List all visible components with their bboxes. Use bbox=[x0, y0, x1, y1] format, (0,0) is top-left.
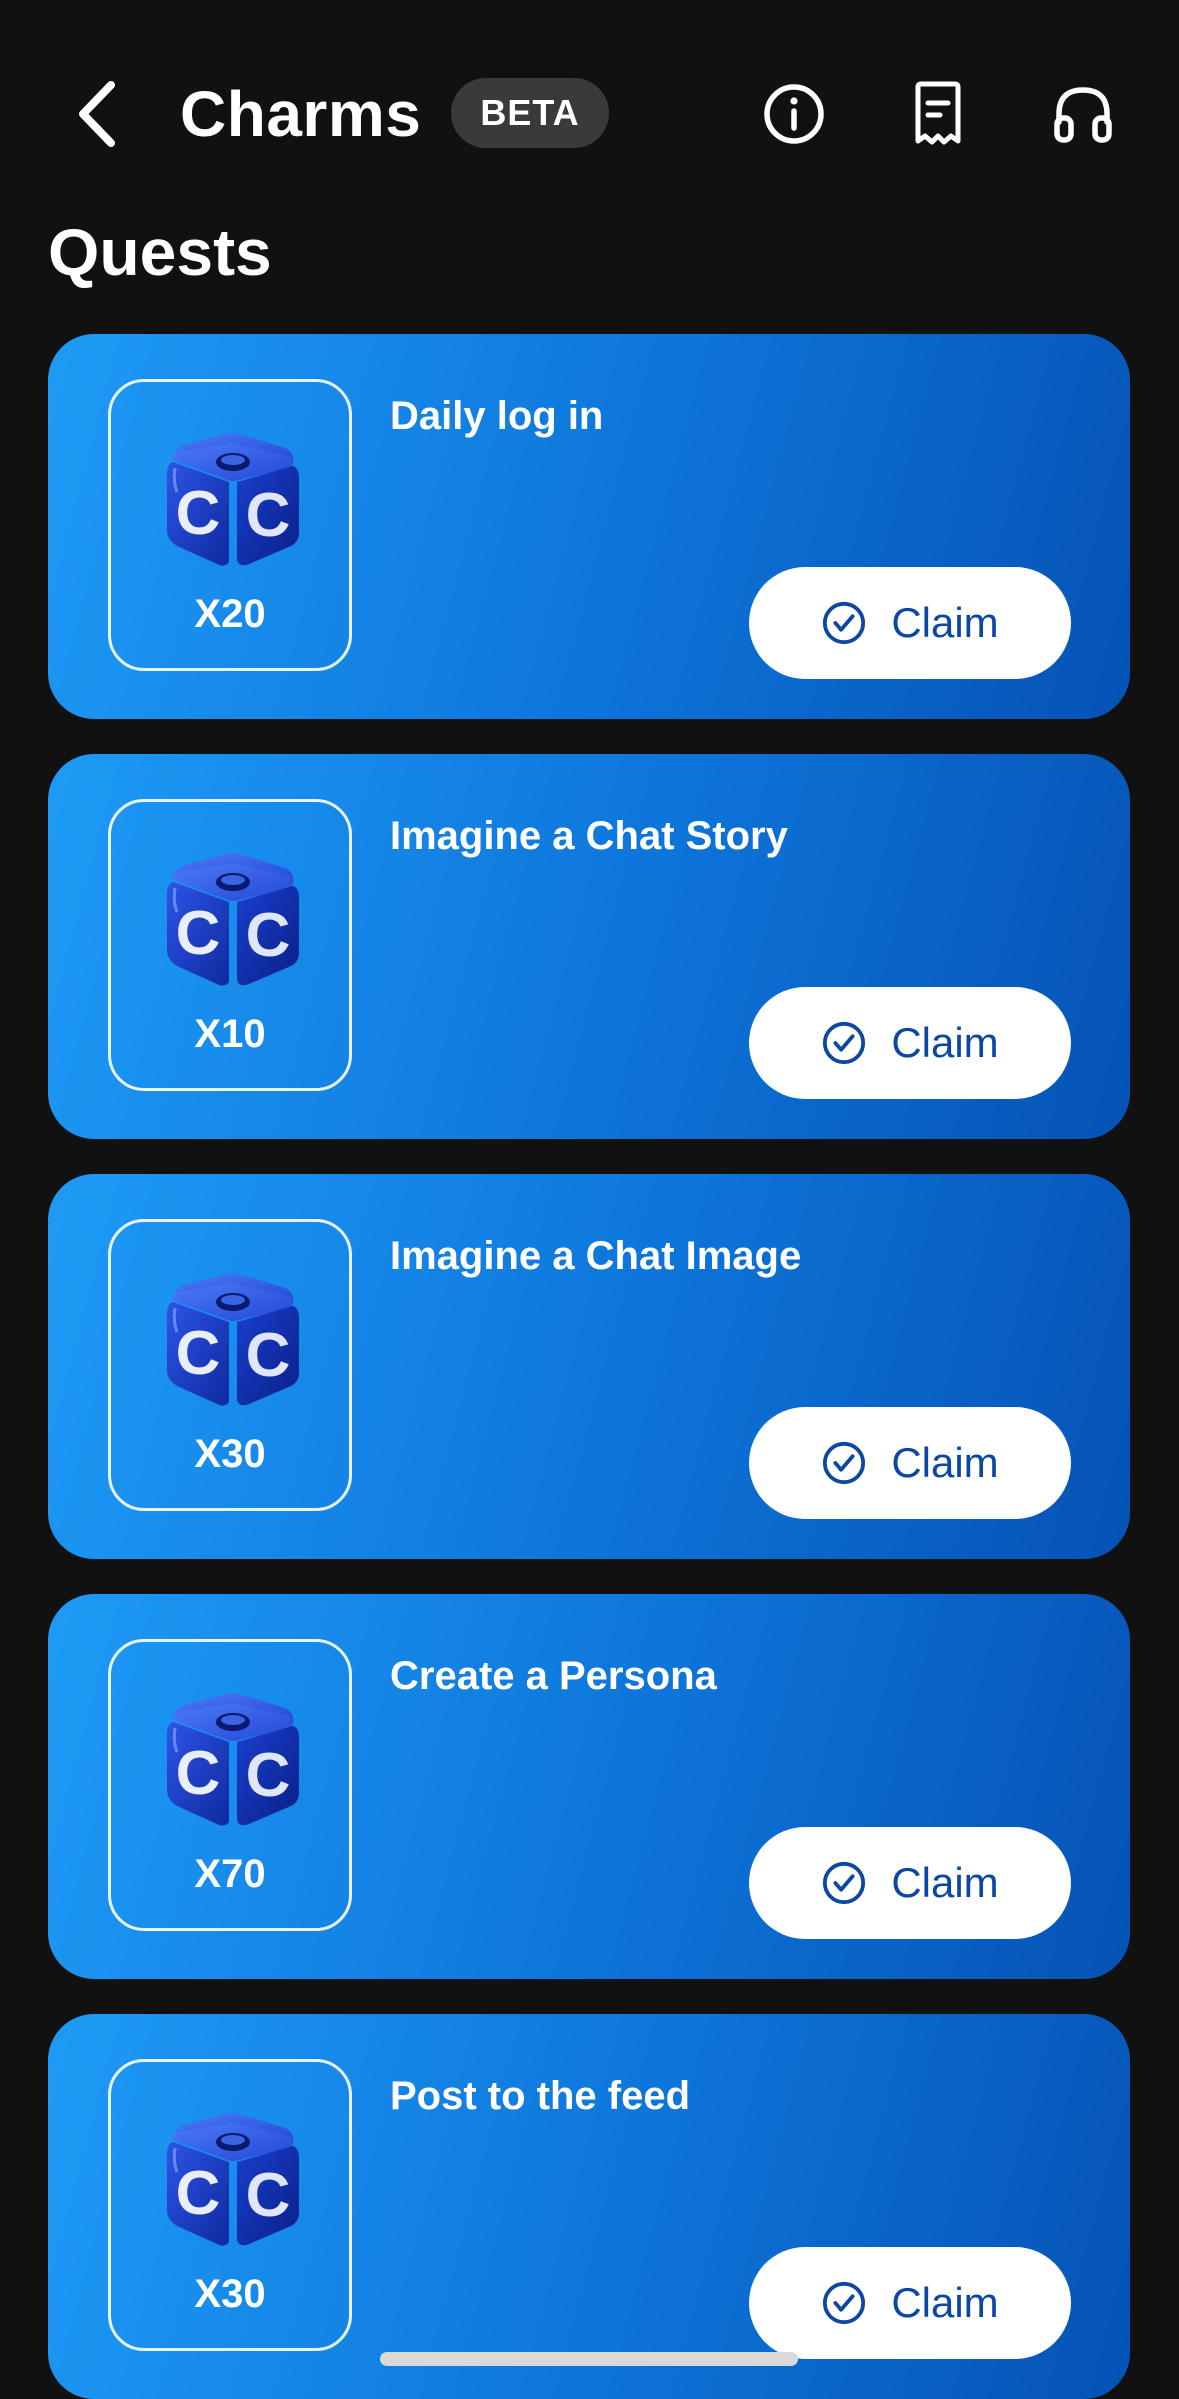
quest-name: Imagine a Chat Image bbox=[390, 1234, 802, 1278]
reward-quantity: X10 bbox=[194, 1012, 266, 1056]
check-circle-icon bbox=[823, 1021, 866, 1065]
reward-box: C C X30 bbox=[108, 2059, 352, 2351]
svg-text:C: C bbox=[176, 479, 221, 548]
check-circle-icon bbox=[823, 1861, 866, 1905]
quest-name: Create a Persona bbox=[390, 1654, 717, 1698]
claim-button[interactable]: Claim bbox=[749, 567, 1071, 679]
svg-text:C: C bbox=[176, 899, 221, 968]
charm-cube: CC bbox=[155, 1682, 309, 1832]
support-button[interactable] bbox=[1047, 78, 1119, 150]
reward-box: C C X20 bbox=[108, 379, 352, 671]
claim-label: Claim bbox=[891, 1019, 999, 1066]
svg-text:C: C bbox=[246, 901, 291, 970]
claim-label: Claim bbox=[891, 599, 999, 646]
claim-button[interactable]: Claim bbox=[749, 1407, 1071, 1519]
svg-text:C: C bbox=[176, 1319, 221, 1388]
claim-label: Claim bbox=[891, 1439, 999, 1486]
section-title: Quests bbox=[48, 215, 272, 289]
charm-cube: CC bbox=[155, 2102, 309, 2252]
info-icon bbox=[764, 84, 824, 144]
quest-name: Imagine a Chat Story bbox=[390, 814, 788, 858]
home-indicator bbox=[380, 2352, 798, 2366]
reward-quantity: X70 bbox=[194, 1852, 266, 1896]
quest-name: Post to the feed bbox=[390, 2074, 691, 2118]
charm-cube-icon: CC bbox=[167, 433, 299, 566]
check-circle-icon bbox=[823, 601, 866, 645]
info-button[interactable] bbox=[758, 78, 830, 150]
svg-text:C: C bbox=[246, 1741, 291, 1810]
claim-button[interactable]: Claim bbox=[749, 2247, 1071, 2359]
quest-card: C C X20 Daily log in Claim bbox=[48, 334, 1130, 719]
check-circle-icon bbox=[823, 1441, 866, 1485]
svg-text:C: C bbox=[176, 2159, 221, 2228]
svg-text:C: C bbox=[246, 1321, 291, 1390]
claim-button[interactable]: Claim bbox=[749, 1827, 1071, 1939]
reward-quantity: X30 bbox=[194, 2272, 266, 2316]
svg-text:C: C bbox=[176, 1739, 221, 1808]
quest-card: C C X30 Post to the feed Claim bbox=[48, 2014, 1130, 2399]
quest-card: C C X30 Imagine a Chat Image Claim bbox=[48, 1174, 1130, 1559]
charm-cube-icon: CC bbox=[167, 853, 299, 986]
back-button[interactable] bbox=[62, 76, 132, 152]
history-button[interactable] bbox=[902, 78, 974, 150]
reward-quantity: X20 bbox=[194, 592, 266, 636]
reward-box: C C X70 bbox=[108, 1639, 352, 1931]
app-header: Charms BETA bbox=[0, 0, 1179, 200]
quest-name: Daily log in bbox=[390, 394, 604, 438]
check-circle-icon bbox=[823, 2281, 866, 2325]
claim-label: Claim bbox=[891, 2279, 999, 2326]
reward-box: C C X10 bbox=[108, 799, 352, 1091]
svg-text:C: C bbox=[246, 2161, 291, 2230]
charm-cube: CC bbox=[155, 1262, 309, 1412]
headphones-icon bbox=[1054, 87, 1112, 143]
reward-quantity: X30 bbox=[194, 1432, 266, 1476]
claim-label: Claim bbox=[891, 1859, 999, 1906]
beta-badge: BETA bbox=[451, 78, 609, 148]
svg-text:C: C bbox=[246, 481, 291, 550]
page-title: Charms bbox=[180, 78, 422, 150]
claim-button[interactable]: Claim bbox=[749, 987, 1071, 1099]
quest-card: C C X70 Create a Persona Claim bbox=[48, 1594, 1130, 1979]
charm-cube-icon: CC bbox=[167, 2113, 299, 2246]
charm-cube-icon: CC bbox=[167, 1693, 299, 1826]
quest-card: C C X10 Imagine a Chat Story Claim bbox=[48, 754, 1130, 1139]
charm-cube: CC bbox=[155, 422, 309, 572]
charm-cube-icon: CC bbox=[167, 1273, 299, 1406]
receipt-icon bbox=[915, 81, 961, 145]
back-chevron-icon bbox=[79, 81, 115, 147]
charm-cube: CC bbox=[155, 842, 309, 992]
reward-box: C C X30 bbox=[108, 1219, 352, 1511]
